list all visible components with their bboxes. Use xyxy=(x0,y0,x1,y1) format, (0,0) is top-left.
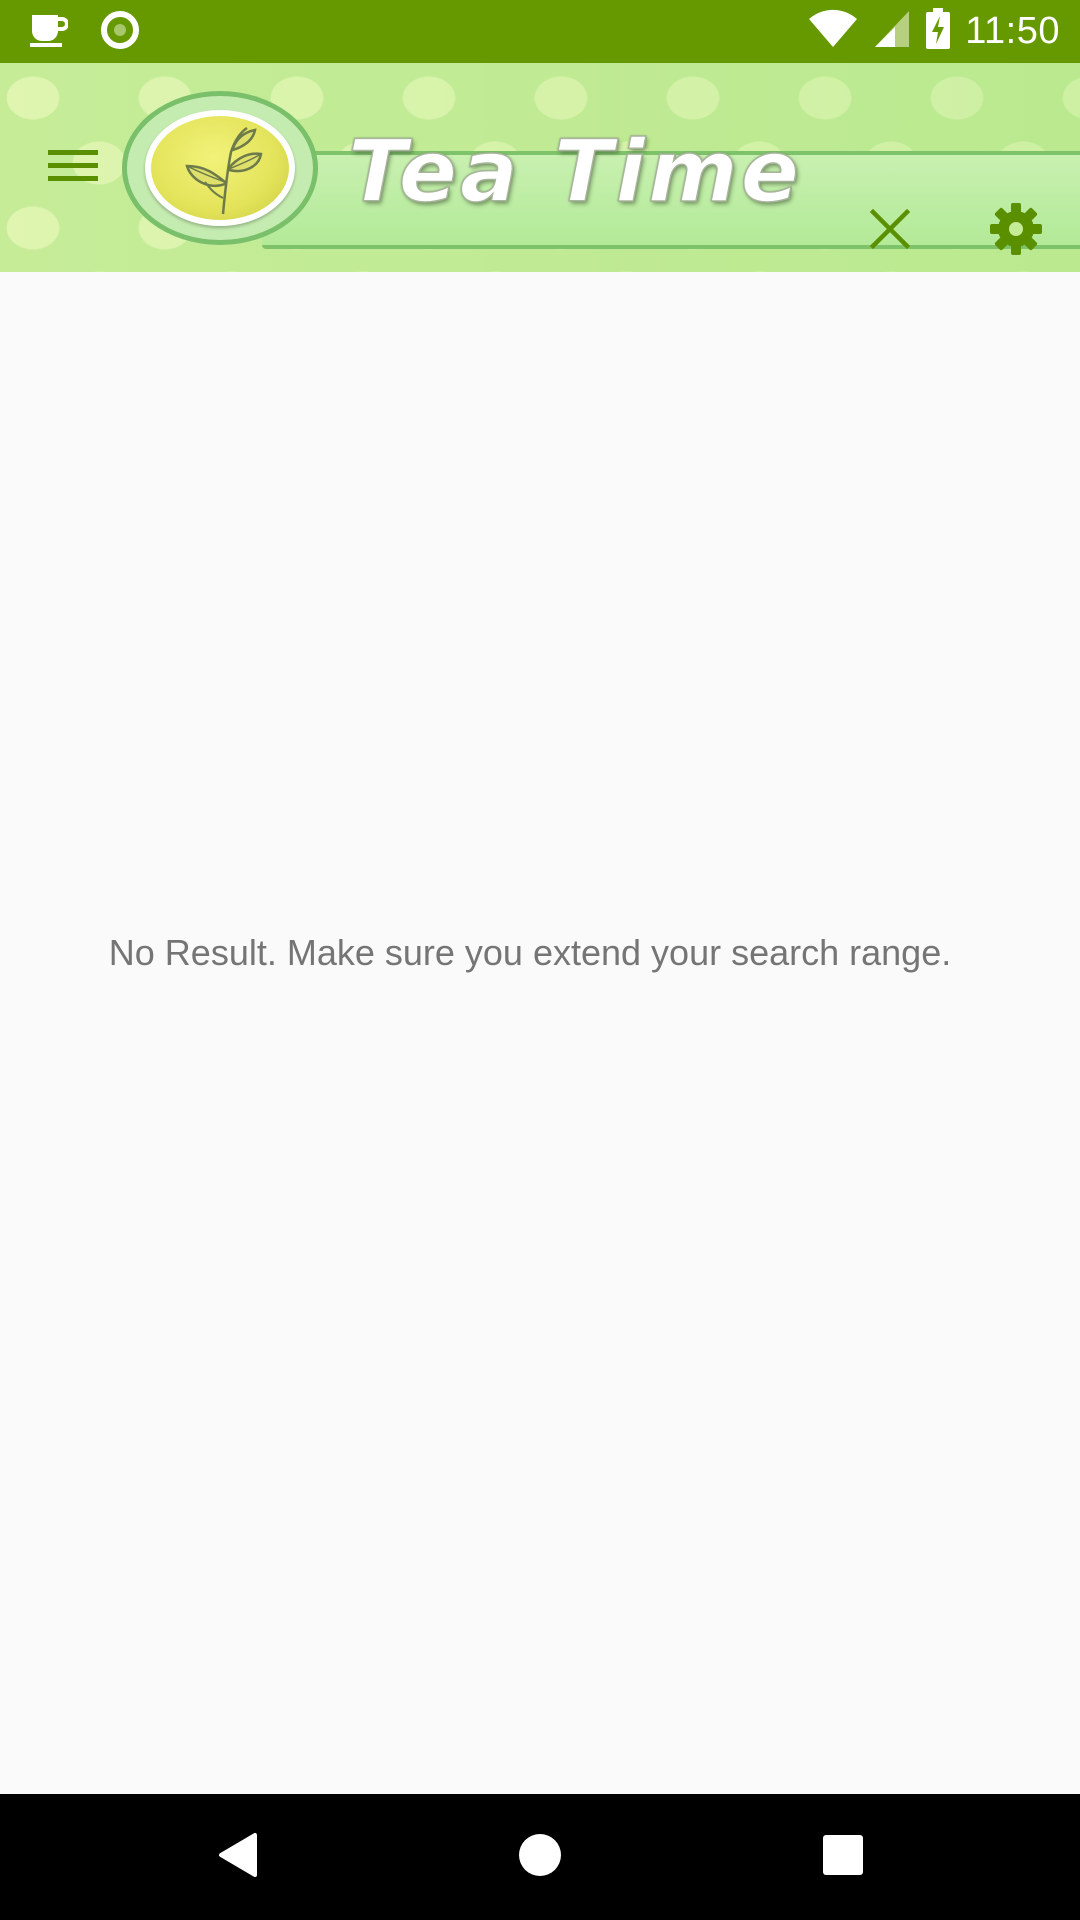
status-right-icons: 11:50 xyxy=(807,7,1060,55)
wifi-icon xyxy=(807,9,859,54)
coffee-cup-icon xyxy=(28,11,69,54)
hamburger-menu-icon xyxy=(48,148,98,189)
recents-icon xyxy=(822,1834,864,1881)
app-logo-banner: Tea Time xyxy=(122,91,1080,249)
home-icon xyxy=(517,1832,563,1883)
logo-emblem xyxy=(122,91,318,245)
status-left-icons xyxy=(28,10,140,54)
tea-leaf-logo-icon xyxy=(145,110,295,226)
back-button[interactable] xyxy=(204,1824,270,1890)
status-time: 11:50 xyxy=(965,9,1060,52)
circle-notification-icon xyxy=(100,10,140,55)
home-button[interactable] xyxy=(507,1824,573,1890)
status-bar: 11:50 xyxy=(0,0,1080,63)
close-button[interactable] xyxy=(862,203,918,259)
results-area: No Result. Make sure you extend your sea… xyxy=(0,272,1080,1794)
battery-charging-icon xyxy=(925,7,951,55)
menu-button[interactable] xyxy=(40,143,106,193)
settings-button[interactable] xyxy=(986,201,1046,261)
gear-icon xyxy=(988,201,1044,262)
empty-results-message: No Result. Make sure you extend your sea… xyxy=(108,932,952,973)
system-navigation-bar xyxy=(0,1794,1080,1920)
recents-button[interactable] xyxy=(810,1824,876,1890)
app-title: Tea Time xyxy=(347,122,802,222)
back-icon xyxy=(215,1831,259,1884)
cell-signal-icon xyxy=(873,9,911,54)
close-icon xyxy=(869,208,911,255)
app-bar: Tea Time xyxy=(0,63,1080,272)
